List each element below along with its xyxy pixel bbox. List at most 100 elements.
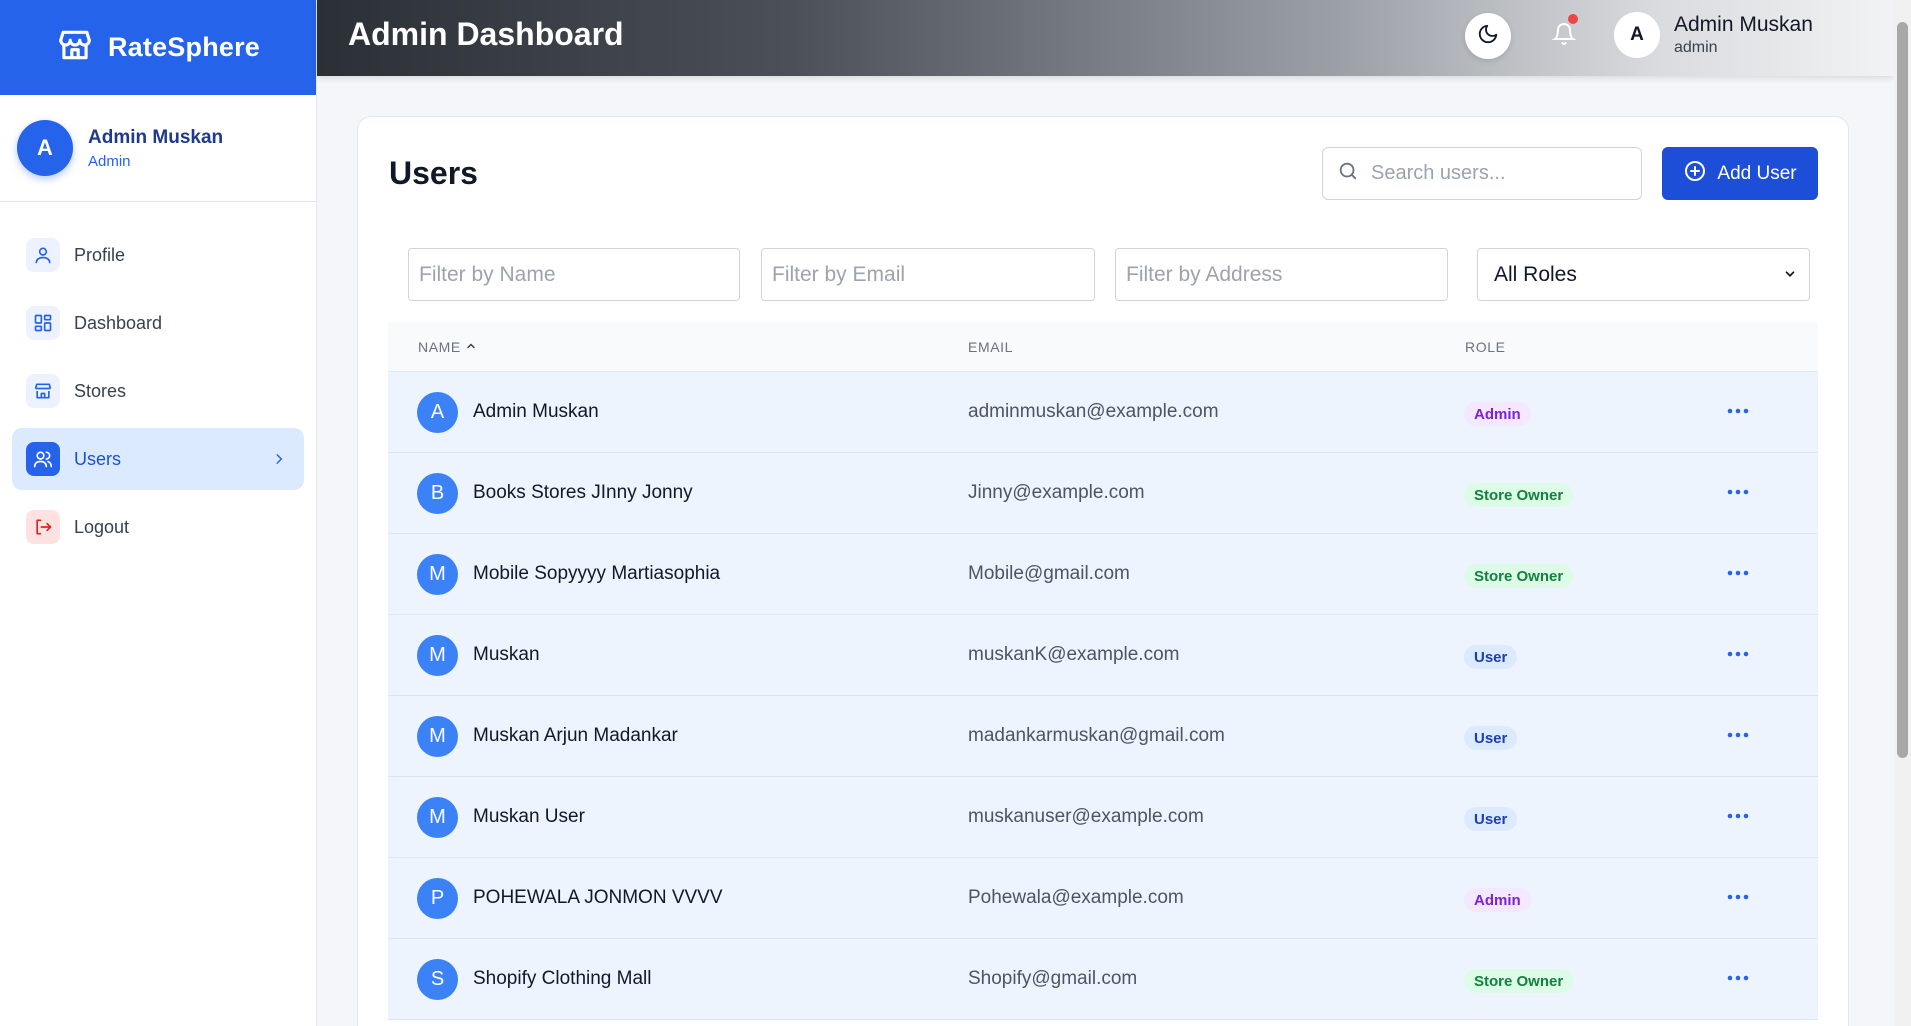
avatar: M — [417, 716, 458, 757]
more-horizontal-icon — [1727, 725, 1749, 743]
role-badge: Admin — [1464, 888, 1531, 912]
users-icon — [26, 442, 60, 476]
sidebar-item-dashboard[interactable]: Dashboard — [12, 292, 304, 354]
user-role: admin — [1674, 39, 1718, 56]
user-name-cell: Mobile Sopyyyy Martiasophia — [473, 563, 721, 584]
more-horizontal-icon — [1727, 482, 1749, 500]
sidebar-item-label: Stores — [74, 380, 127, 401]
scrollbar-thumb[interactable] — [1897, 22, 1908, 758]
filter-email-input[interactable] — [761, 248, 1095, 301]
avatar: A — [417, 392, 458, 433]
search-icon — [1337, 160, 1359, 187]
chevron-down-icon — [1783, 263, 1797, 287]
user-icon — [26, 238, 60, 272]
page-scrollbar[interactable] — [1894, 0, 1911, 1026]
table-row[interactable]: P POHEWALA JONMON VVVV Pohewala@example.… — [388, 858, 1818, 939]
user-name: Admin Muskan — [1674, 13, 1813, 36]
avatar: B — [417, 473, 458, 514]
filter-address-input[interactable] — [1115, 248, 1448, 301]
user-name-cell: Shopify Clothing Mall — [473, 968, 652, 989]
plus-circle-icon — [1683, 159, 1707, 189]
sidebar-item-label: Profile — [74, 244, 126, 265]
role-badge: Store Owner — [1464, 564, 1574, 588]
role-badge: Store Owner — [1464, 969, 1574, 993]
user-menu[interactable]: A Admin Muskan admin — [1614, 12, 1813, 58]
add-user-button[interactable]: Add User — [1662, 147, 1818, 200]
role-badge: Store Owner — [1464, 483, 1574, 507]
sidebar: RateSphere A Admin Muskan Admin Profile … — [0, 0, 317, 1026]
avatar: S — [417, 959, 458, 1000]
role-badge: Admin — [1464, 402, 1531, 426]
column-label: EMAIL — [968, 339, 1014, 355]
top-header: Admin Dashboard A Admin Muskan admin — [317, 0, 1894, 76]
table-row[interactable]: M Muskan User muskanuser@example.com Use… — [388, 777, 1818, 858]
avatar: M — [417, 635, 458, 676]
user-email-cell: Shopify@gmail.com — [968, 968, 1138, 989]
user-name-cell: Muskan User — [473, 806, 585, 827]
avatar: A — [17, 120, 73, 176]
row-actions-button[interactable] — [1723, 560, 1753, 584]
sidebar-item-logout[interactable]: Logout — [12, 496, 304, 558]
row-actions-button[interactable] — [1723, 641, 1753, 665]
table-row[interactable]: M Muskan Arjun Madankar madankarmuskan@g… — [388, 696, 1818, 777]
more-horizontal-icon — [1727, 887, 1749, 905]
filter-name-input[interactable] — [408, 248, 740, 301]
avatar: M — [417, 797, 458, 838]
table-row[interactable]: M Mobile Sopyyyy Martiasophia Mobile@gma… — [388, 534, 1818, 615]
more-horizontal-icon — [1727, 806, 1749, 824]
sidebar-item-profile[interactable]: Profile — [12, 224, 304, 286]
column-email-header: EMAIL — [968, 339, 1013, 355]
sidebar-profile: A Admin Muskan Admin — [0, 95, 316, 202]
row-actions-button[interactable] — [1723, 722, 1753, 746]
user-name-cell: Admin Muskan — [473, 401, 599, 422]
role-select[interactable]: All Roles — [1477, 248, 1810, 301]
table-header: NAME EMAIL ROLE — [388, 322, 1818, 372]
sidebar-item-label: Users — [74, 448, 122, 469]
theme-toggle-button[interactable] — [1465, 13, 1511, 59]
bell-icon — [1551, 22, 1577, 51]
search-input[interactable] — [1371, 162, 1611, 185]
avatar: A — [1614, 12, 1660, 58]
table-row[interactable]: S Shopify Clothing Mall Shopify@gmail.co… — [388, 939, 1818, 1020]
table-row[interactable]: M Muskan muskanK@example.com User — [388, 615, 1818, 696]
filter-bar: All Roles — [408, 248, 1818, 301]
column-label: ROLE — [1465, 339, 1506, 355]
avatar: P — [417, 878, 458, 919]
role-badge: User — [1464, 807, 1518, 831]
user-email-cell: muskanK@example.com — [968, 644, 1180, 665]
table-row[interactable]: B Books Stores JInny Jonny Jinny@example… — [388, 453, 1818, 534]
grid-icon — [26, 306, 60, 340]
brand-logo[interactable]: RateSphere — [0, 0, 316, 95]
logout-icon — [26, 510, 60, 544]
table-row[interactable]: A Admin Muskan adminmuskan@example.com A… — [388, 372, 1818, 453]
add-user-label: Add User — [1717, 162, 1797, 184]
column-label: NAME — [418, 339, 461, 355]
sidebar-item-label: Logout — [74, 516, 130, 537]
sidebar-item-users[interactable]: Users — [12, 428, 304, 490]
users-card: Users Add User All Roles NAME — [357, 116, 1849, 1026]
column-name-header[interactable]: NAME — [418, 339, 477, 355]
row-actions-button[interactable] — [1723, 965, 1753, 989]
user-email-cell: Mobile@gmail.com — [968, 563, 1130, 584]
more-horizontal-icon — [1727, 644, 1749, 662]
more-horizontal-icon — [1727, 401, 1749, 419]
row-actions-button[interactable] — [1723, 884, 1753, 908]
moon-icon — [1477, 23, 1499, 50]
chevron-right-icon — [272, 450, 286, 471]
search-box[interactable] — [1322, 147, 1642, 200]
user-email-cell: muskanuser@example.com — [968, 806, 1204, 827]
user-email-cell: madankarmuskan@gmail.com — [968, 725, 1225, 746]
row-actions-button[interactable] — [1723, 398, 1753, 422]
role-badge: User — [1464, 726, 1518, 750]
row-actions-button[interactable] — [1723, 479, 1753, 503]
more-horizontal-icon — [1727, 563, 1749, 581]
notifications-button[interactable] — [1542, 14, 1586, 58]
sidebar-item-stores[interactable]: Stores — [12, 360, 304, 422]
sort-asc-icon — [465, 339, 477, 355]
sidebar-nav: Profile Dashboard Stores Users Logout — [0, 202, 316, 558]
brand-name: RateSphere — [107, 32, 261, 62]
user-email-cell: Pohewala@example.com — [968, 887, 1184, 908]
role-select-value: All Roles — [1494, 262, 1577, 286]
row-actions-button[interactable] — [1723, 803, 1753, 827]
role-badge: User — [1464, 645, 1518, 669]
